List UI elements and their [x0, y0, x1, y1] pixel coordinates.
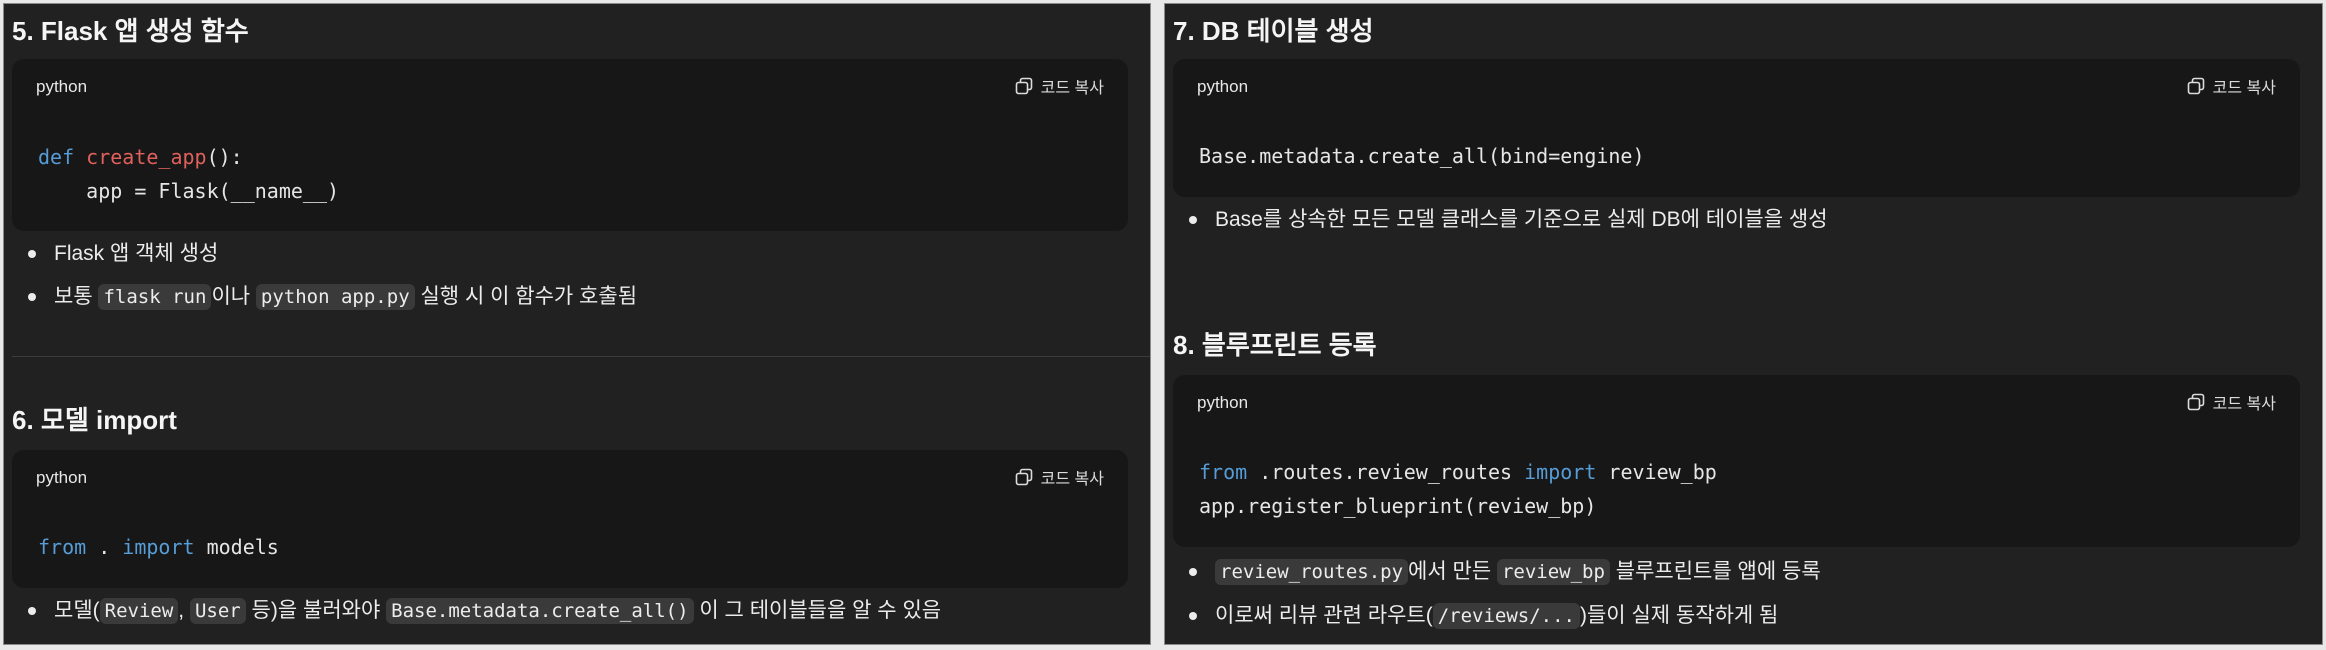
inline-code: /reviews/...: [1432, 603, 1580, 629]
list-item: 보통 flask run 이나 python app.py 실행 시 이 함수가 …: [16, 275, 637, 319]
list-item-text: 실행 시 이 함수가 호출됨: [414, 285, 638, 308]
inline-code: python app.py: [255, 284, 415, 310]
copy-code-label: 코드 복사: [2212, 396, 2276, 413]
list-item-text: 보통: [54, 285, 99, 308]
list-item-text: )들이 실제 동작하게 됨: [1579, 604, 1779, 627]
list-item-text: 에서 만든: [1408, 560, 1497, 583]
code-keyword: from: [38, 535, 87, 559]
code-content: Base.metadata.create_all(bind=engine): [1199, 144, 1645, 168]
list-item-text: 등)을 불러와야: [245, 599, 387, 622]
list-item: 이로써 리뷰 관련 라우트(/reviews/...)들이 실제 동작하게 됨: [1177, 594, 1821, 638]
copy-code-label: 코드 복사: [1040, 471, 1104, 488]
code-function-name: create_app: [86, 145, 207, 169]
code-text: .routes.review_routes: [1247, 460, 1525, 484]
inline-code: review_bp: [1496, 559, 1610, 585]
list-item-text: 이로써 리뷰 관련 라우트(: [1215, 604, 1433, 627]
copy-code-button[interactable]: 코드 복사: [2187, 74, 2276, 98]
code-language-label: python: [36, 77, 88, 96]
section-7-heading: 7. DB 테이블 생성: [1173, 16, 1374, 46]
code-language-label: python: [1197, 393, 1249, 412]
list-item-text: Base를 상속한 모든 모델 클래스를 기준으로 실제 DB에 테이블을 생성: [1215, 208, 1828, 231]
code-keyword: from: [1199, 460, 1248, 484]
copy-code-label: 코드 복사: [2212, 80, 2276, 97]
copy-code-label: 코드 복사: [1040, 80, 1104, 97]
copy-code-button[interactable]: 코드 복사: [2187, 390, 2276, 414]
code-block-create-app: python 코드 복사 def create_app(): app = Fla…: [12, 59, 1128, 231]
list-item-text: 이나: [211, 285, 256, 308]
inline-code: User: [189, 598, 246, 624]
code-line: app.register_blueprint(review_bp): [1199, 494, 1597, 518]
code-content: from . import models: [38, 530, 279, 564]
list-item-text: ,: [178, 599, 190, 622]
code-block-register-blueprint: python 코드 복사 from .routes.review_routes …: [1173, 375, 2300, 547]
section-6-heading: 6. 모델 import: [12, 405, 177, 435]
left-panel: 5. Flask 앱 생성 함수 python 코드 복사 def create…: [3, 3, 1151, 645]
list-item-text: Flask 앱 객체 생성: [54, 242, 219, 265]
code-content: from .routes.review_routes import review…: [1199, 455, 1717, 523]
code-text: .: [86, 535, 123, 559]
code-block-create-all: python 코드 복사 Base.metadata.create_all(bi…: [1173, 59, 2300, 197]
list-item: 모델(Review, User 등)을 불러와야 Base.metadata.c…: [16, 589, 941, 633]
inline-code: review_routes.py: [1215, 559, 1409, 585]
inline-code: Base.metadata.create_all(): [386, 598, 694, 624]
section-8-bullets: review_routes.py 에서 만든 review_bp 블루프린트를 앱…: [1177, 550, 1821, 638]
code-keyword: def: [38, 145, 75, 169]
copy-icon: [1015, 468, 1032, 486]
list-item: review_routes.py 에서 만든 review_bp 블루프린트를 앱…: [1177, 550, 1821, 594]
section-5-heading: 5. Flask 앱 생성 함수: [12, 16, 249, 46]
right-panel: 7. DB 테이블 생성 python 코드 복사 Base.metadata.…: [1164, 3, 2323, 645]
inline-code: flask run: [98, 284, 212, 310]
list-item-text: 모델(: [54, 599, 100, 622]
code-content: def create_app(): app = Flask(__name__): [38, 140, 339, 208]
list-item-text: 블루프린트를 앱에 등록: [1609, 560, 1821, 583]
copy-icon: [1015, 77, 1032, 95]
copy-icon: [2187, 77, 2204, 95]
copy-icon: [2187, 393, 2204, 411]
list-item-text: 이 그 테이블들을 알 수 있음: [693, 599, 942, 622]
section-7-bullets: Base를 상속한 모든 모델 클래스를 기준으로 실제 DB에 테이블을 생성: [1177, 198, 1828, 241]
code-keyword: import: [122, 535, 195, 559]
code-line: app = Flask(__name__): [38, 179, 340, 203]
section-6-bullets: 모델(Review, User 등)을 불러와야 Base.metadata.c…: [16, 589, 941, 633]
code-language-label: python: [36, 468, 88, 487]
section-5-bullets: Flask 앱 객체 생성 보통 flask run 이나 python app.…: [16, 232, 637, 319]
section-divider: [12, 356, 1150, 357]
list-item: Base를 상속한 모든 모델 클래스를 기준으로 실제 DB에 테이블을 생성: [1177, 198, 1828, 241]
list-item: Flask 앱 객체 생성: [16, 232, 637, 275]
code-text: review_bp: [1596, 460, 1717, 484]
copy-code-button[interactable]: 코드 복사: [1015, 465, 1104, 489]
code-text: models: [194, 535, 279, 559]
copy-code-button[interactable]: 코드 복사: [1015, 74, 1104, 98]
code-text: ():: [206, 145, 243, 169]
code-language-label: python: [1197, 77, 1249, 96]
section-8-heading: 8. 블루프린트 등록: [1173, 330, 1377, 360]
code-block-import-models: python 코드 복사 from . import models: [12, 450, 1128, 588]
code-keyword: import: [1524, 460, 1597, 484]
inline-code: Review: [99, 598, 179, 624]
